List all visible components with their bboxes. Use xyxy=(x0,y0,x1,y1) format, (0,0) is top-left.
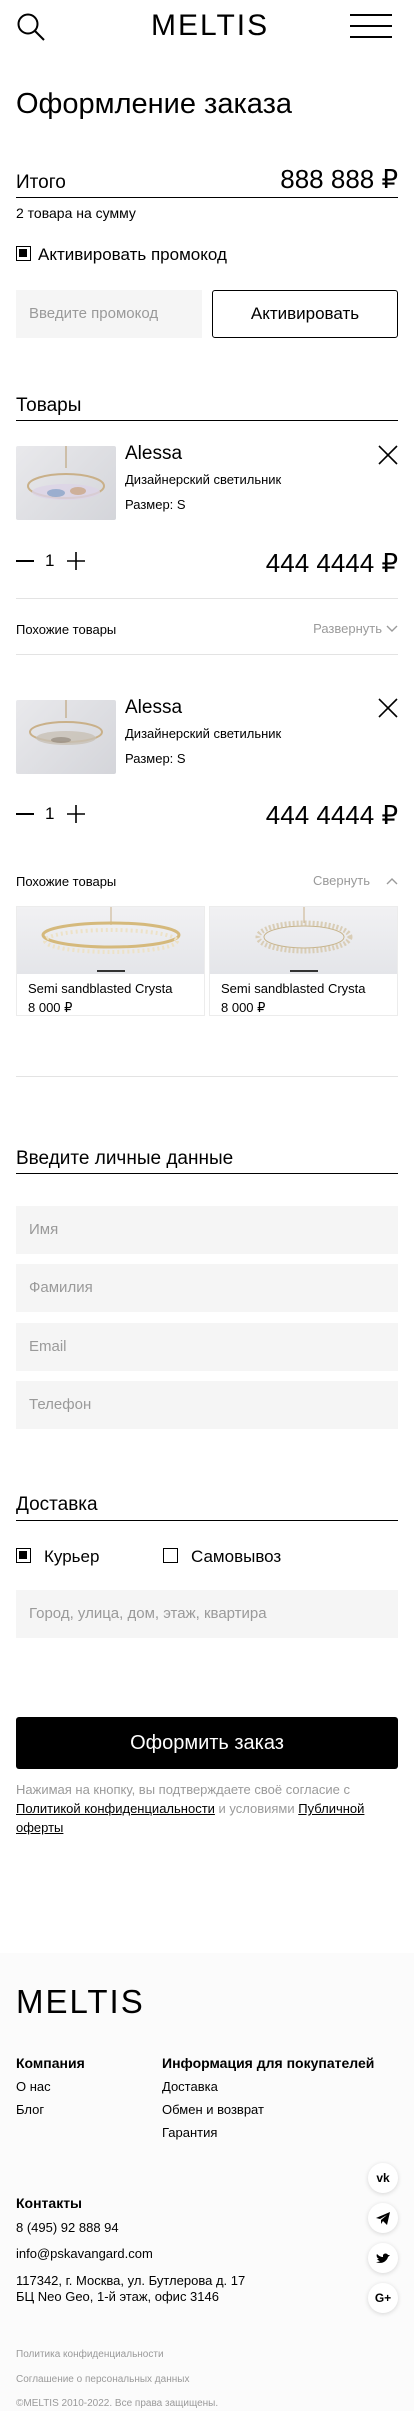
contact-address-line2: БЦ Neo Geo, 1-й этаж, офис 3146 xyxy=(16,2289,219,2304)
pickup-option[interactable] xyxy=(163,1548,178,1563)
product-name[interactable]: Alessa xyxy=(125,443,182,465)
page-title: Оформление заказа xyxy=(16,88,293,120)
product-price: 444 4444 ₽ xyxy=(265,800,398,830)
footer-link-delivery[interactable]: Доставка xyxy=(162,2079,218,2094)
place-order-button[interactable]: Оформить заказ xyxy=(16,1717,398,1769)
twitter-icon[interactable] xyxy=(368,2243,398,2273)
copyright: ©MELTIS 2010-2022. Все права защищены. xyxy=(16,2398,219,2409)
similar-product-price: 8 000 ₽ xyxy=(221,1000,266,1015)
total-value: 888 888 ₽ xyxy=(280,164,398,194)
courier-option[interactable] xyxy=(16,1548,31,1563)
google-plus-icon[interactable]: G+ xyxy=(368,2283,398,2313)
email-field[interactable]: Email xyxy=(16,1323,398,1371)
menu-icon[interactable] xyxy=(350,13,392,39)
contact-email[interactable]: info@pskavangard.com xyxy=(16,2246,153,2261)
activate-promo-button[interactable]: Активировать xyxy=(212,290,398,338)
total-label: Итого xyxy=(16,172,66,193)
consent-middle: и условиями xyxy=(218,1801,295,1816)
personal-section-title: Введите личные данные xyxy=(16,1148,234,1169)
product-price: 444 4444 ₽ xyxy=(265,548,398,578)
product-image[interactable] xyxy=(16,700,116,774)
qty-plus-button[interactable] xyxy=(67,805,85,823)
similar-product-image[interactable] xyxy=(210,907,397,974)
qty-minus-button[interactable] xyxy=(16,560,34,562)
address-field[interactable]: Город, улица, дом, этаж, квартира xyxy=(16,1590,398,1638)
footer-link-returns[interactable]: Обмен и возврат xyxy=(162,2102,264,2117)
remove-item-icon[interactable] xyxy=(378,445,398,465)
chevron-up-icon[interactable] xyxy=(386,877,398,885)
consent-text: Нажимая на кнопку, вы подтверждаете своё… xyxy=(16,1780,398,1837)
search-icon[interactable] xyxy=(16,12,46,42)
product-name[interactable]: Alessa xyxy=(125,697,182,719)
buyers-info-title: Информация для покупателей xyxy=(162,2055,375,2071)
promo-checkbox-label[interactable]: Активировать промокод xyxy=(38,245,227,265)
footer-personal-data-link[interactable]: Соглашение о персональных данных xyxy=(16,2374,189,2385)
footer xyxy=(0,1953,414,2411)
divider xyxy=(16,420,398,421)
footer-privacy-link[interactable]: Политика конфиденциальности xyxy=(16,2349,164,2360)
product-subtitle: Дизайнерский светильник xyxy=(125,726,282,741)
product-image[interactable] xyxy=(16,446,116,520)
qty-value: 1 xyxy=(45,551,55,570)
items-count: 2 товара на сумму xyxy=(16,205,136,221)
header-logo[interactable]: MELTIS xyxy=(151,9,267,43)
telegram-icon[interactable] xyxy=(368,2203,398,2233)
expand-similar-label[interactable]: Развернуть xyxy=(313,621,382,636)
delivery-section-title: Доставка xyxy=(16,1494,98,1515)
similar-product-name[interactable]: Semi sandblasted Crysta xyxy=(210,974,397,996)
similar-product-image[interactable] xyxy=(17,907,204,974)
divider xyxy=(16,654,398,655)
expand-similar-toggle[interactable]: Развернуть xyxy=(313,621,398,636)
qty-minus-button[interactable] xyxy=(16,813,34,815)
vk-icon[interactable]: vk xyxy=(368,2163,398,2193)
courier-label[interactable]: Курьер xyxy=(44,1547,99,1567)
contact-phone[interactable]: 8 (495) 92 888 94 xyxy=(16,2220,119,2235)
qty-value: 1 xyxy=(45,804,55,823)
footer-logo[interactable]: MELTIS xyxy=(16,1983,145,2021)
remove-item-icon[interactable] xyxy=(378,698,398,718)
divider xyxy=(16,598,398,599)
divider xyxy=(16,1173,398,1174)
company-title: Компания xyxy=(16,2055,85,2071)
promo-input[interactable]: Введите промокод xyxy=(16,290,202,338)
qty-plus-button[interactable] xyxy=(67,552,85,570)
promo-checkbox[interactable] xyxy=(16,246,31,261)
similar-product-name[interactable]: Semi sandblasted Crysta xyxy=(17,974,204,996)
chevron-down-icon[interactable] xyxy=(386,625,398,633)
name-field[interactable]: Имя xyxy=(16,1206,398,1254)
footer-link-warranty[interactable]: Гарантия xyxy=(162,2125,217,2140)
similar-products-label: Похожие товары xyxy=(16,622,117,637)
contacts-title: Контакты xyxy=(16,2195,83,2211)
similar-product-card[interactable]: Semi sandblasted Crysta 8 000 ₽ xyxy=(16,906,205,1016)
phone-field[interactable]: Телефон xyxy=(16,1381,398,1429)
goods-section-title: Товары xyxy=(16,395,82,416)
footer-link-about[interactable]: О нас xyxy=(16,2079,51,2094)
similar-product-price: 8 000 ₽ xyxy=(28,1000,73,1015)
footer-link-blog[interactable]: Блог xyxy=(16,2102,44,2117)
similar-products-label: Похожие товары xyxy=(16,874,117,889)
privacy-policy-link[interactable]: Политикой конфиденциальности xyxy=(16,1801,215,1816)
divider xyxy=(16,1520,398,1521)
pickup-label[interactable]: Самовывоз xyxy=(191,1547,281,1567)
contact-address-line1: 117342, г. Москва, ул. Бутлерова д. 17 xyxy=(16,2273,246,2288)
surname-field[interactable]: Фамилия xyxy=(16,1264,398,1312)
collapse-similar-toggle[interactable]: Свернуть xyxy=(313,873,398,888)
collapse-similar-label[interactable]: Свернуть xyxy=(313,873,370,888)
divider xyxy=(16,1076,398,1077)
similar-product-card[interactable]: Semi sandblasted Crysta 8 000 ₽ xyxy=(209,906,398,1016)
product-size: Размер: S xyxy=(125,751,186,766)
divider xyxy=(16,197,398,198)
product-size: Размер: S xyxy=(125,497,186,512)
consent-prefix: Нажимая на кнопку, вы подтверждаете своё… xyxy=(16,1782,350,1797)
product-subtitle: Дизайнерский светильник xyxy=(125,472,282,487)
